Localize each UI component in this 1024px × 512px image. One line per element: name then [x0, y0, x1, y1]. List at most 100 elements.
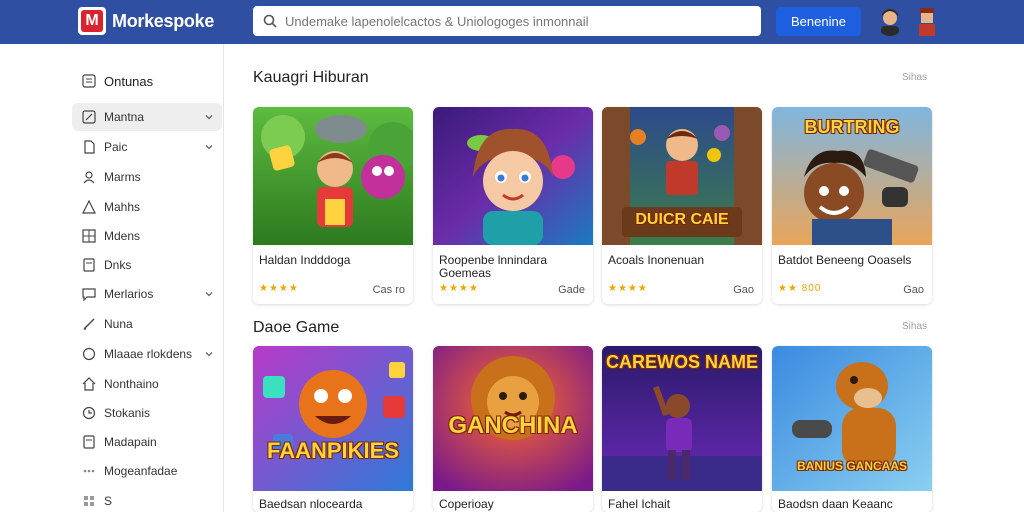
- game-card[interactable]: FAANPIKIES Baedsan nlocearda: [253, 346, 413, 512]
- thumbnail-logo-text: BANIUS GANCAAS: [796, 459, 907, 473]
- circle-icon: [82, 347, 96, 361]
- game-title: Haldan Indddoga: [259, 253, 351, 267]
- users-icon: [82, 170, 96, 184]
- game-title: Batdot Beneeng Ooasels: [778, 253, 912, 267]
- dots-icon: [82, 464, 96, 478]
- page-icon: [82, 140, 96, 154]
- sidebar-item-label: Dnks: [104, 258, 132, 272]
- game-title: Roopenbe lnnindara Goemeas: [439, 253, 548, 280]
- search-input[interactable]: [285, 13, 725, 29]
- game-price: Cas ro: [372, 284, 405, 296]
- sidebar-item[interactable]: S: [72, 487, 222, 512]
- sidebar-item-label: Mantna: [104, 110, 145, 124]
- game-card[interactable]: BURTRING Batdot Beneeng Ooasels ★★ 800 G…: [772, 107, 932, 304]
- edit-icon: [82, 110, 96, 124]
- sidebar-item-label: Mlaaae rlokdens: [104, 347, 193, 361]
- sidebar-item[interactable]: Mantna: [72, 103, 222, 131]
- sidebar-item-label: Merlarios: [104, 287, 154, 301]
- grid-icon: [82, 229, 96, 243]
- game-thumbnail: CAREWOS NAME: [602, 346, 762, 491]
- chat-icon: [82, 287, 96, 301]
- rating-stars: ★★★★: [608, 283, 648, 294]
- sidebar-item[interactable]: Mlaaae rlokdens: [72, 340, 222, 368]
- pen-icon: [82, 317, 96, 331]
- game-thumbnail: [253, 107, 413, 245]
- sidebar-item[interactable]: Mahhs: [72, 193, 222, 221]
- sidebar-item[interactable]: Nonthaino: [72, 370, 222, 398]
- game-card[interactable]: Haldan Indddoga ★★★★ Cas ro: [253, 107, 413, 304]
- chevron-down-icon[interactable]: [204, 111, 214, 125]
- sidebar-item-label: Mahhs: [104, 200, 141, 214]
- top-bar: M Morkespoke Benenine: [0, 0, 1024, 44]
- header-action-button[interactable]: Benenine: [776, 7, 861, 36]
- game-thumbnail: FAANPIKIES: [253, 346, 413, 491]
- game-thumbnail: DUICR CAIE: [602, 107, 762, 245]
- section-title: Daoe Game: [253, 319, 340, 336]
- sidebar-item-label: Stokanis: [104, 406, 151, 420]
- brand-logo[interactable]: M Morkespoke: [78, 7, 214, 35]
- logo-icon: M: [78, 7, 106, 35]
- thumbnail-logo-text: DUICR CAIE: [635, 211, 729, 228]
- brand-name: Morkespoke: [112, 10, 215, 31]
- sidebar-item-label: Nuna: [104, 317, 133, 331]
- sidebar-item-label: Nonthaino: [104, 377, 159, 391]
- user-avatar[interactable]: [876, 6, 904, 36]
- sidebar-item[interactable]: Nuna: [72, 310, 222, 338]
- sidebar-item[interactable]: Mdens: [72, 222, 222, 250]
- sidebar-item-label: Mdens: [104, 229, 141, 243]
- game-card[interactable]: DUICR CAIE Acoals Inonenuan ★★★★ Gao: [602, 107, 762, 304]
- sidebar-item[interactable]: Marms: [72, 163, 222, 191]
- section-title: Kauagri Hiburan: [253, 69, 369, 86]
- sidebar-item[interactable]: Mogeanfadae: [72, 457, 222, 485]
- sidebar-item-label: Marms: [104, 170, 141, 184]
- chevron-down-icon[interactable]: [204, 348, 214, 362]
- thumbnail-logo-text: GANCHINA: [448, 412, 578, 439]
- sidebar-item-label: Mogeanfadae: [104, 464, 178, 478]
- game-price: Gao: [733, 284, 754, 296]
- search-icon: [263, 14, 277, 28]
- sidebar-item-label: Paic: [104, 140, 128, 154]
- sidebar-item-label: S: [104, 494, 113, 508]
- sidebar-item[interactable]: Merlarios: [72, 280, 222, 308]
- game-card[interactable]: BANIUS GANCAAS Baodsn daan Keaanc: [772, 346, 932, 512]
- see-all-link[interactable]: Sihas: [902, 72, 927, 83]
- game-thumbnail: BURTRING: [772, 107, 932, 245]
- search-bar[interactable]: [253, 6, 761, 36]
- chevron-down-icon[interactable]: [204, 141, 214, 155]
- sidebar-item[interactable]: Paic: [72, 133, 222, 161]
- game-card[interactable]: CAREWOS NAME Fahel Ichait: [602, 346, 762, 512]
- sidebar-item[interactable]: Ontunas: [72, 67, 222, 95]
- home-icon: [82, 377, 96, 391]
- clock-icon: [82, 406, 96, 420]
- game-card[interactable]: GANCHINA Coperioay: [433, 346, 593, 512]
- thumbnail-logo-text: CAREWOS NAME: [606, 352, 758, 372]
- sidebar-item-label: Madapain: [104, 435, 157, 449]
- profile-avatar[interactable]: [913, 6, 941, 36]
- game-thumbnail: BANIUS GANCAAS: [772, 346, 932, 491]
- sidebar-item[interactable]: Dnks: [72, 251, 222, 279]
- doc-icon: [82, 258, 96, 272]
- game-title: Acoals Inonenuan: [608, 253, 705, 267]
- sidebar-item[interactable]: Madapain: [72, 428, 222, 456]
- thumbnail-logo-text: BURTRING: [804, 117, 900, 137]
- rating-stars: ★★ 800: [778, 283, 822, 294]
- game-thumbnail: [433, 107, 593, 245]
- sidebar-item[interactable]: Stokanis: [72, 399, 222, 427]
- see-all-link[interactable]: Sihas: [902, 321, 927, 332]
- game-title: Coperioay: [439, 497, 494, 511]
- rating-stars: ★★★★: [439, 283, 479, 294]
- game-title: Baedsan nlocearda: [259, 497, 363, 511]
- game-card[interactable]: Roopenbe lnnindara Goemeas ★★★★ Gade: [433, 107, 593, 304]
- sidebar-item-label: Ontunas: [104, 73, 154, 89]
- game-thumbnail: GANCHINA: [433, 346, 593, 491]
- game-title: Fahel Ichait: [608, 497, 671, 511]
- triangle-icon: [82, 200, 96, 214]
- thumbnail-logo-text: FAANPIKIES: [266, 438, 400, 463]
- game-title: Baodsn daan Keaanc: [778, 497, 893, 511]
- game-price: Gao: [903, 284, 924, 296]
- game-price: Gade: [558, 284, 585, 296]
- rating-stars: ★★★★: [259, 283, 299, 294]
- apps-icon: [82, 494, 96, 508]
- sidebar: Ontunas Mantna Paic Marms Mahhs Mdens Dnks Merl…: [0, 44, 224, 512]
- chevron-down-icon[interactable]: [204, 288, 214, 302]
